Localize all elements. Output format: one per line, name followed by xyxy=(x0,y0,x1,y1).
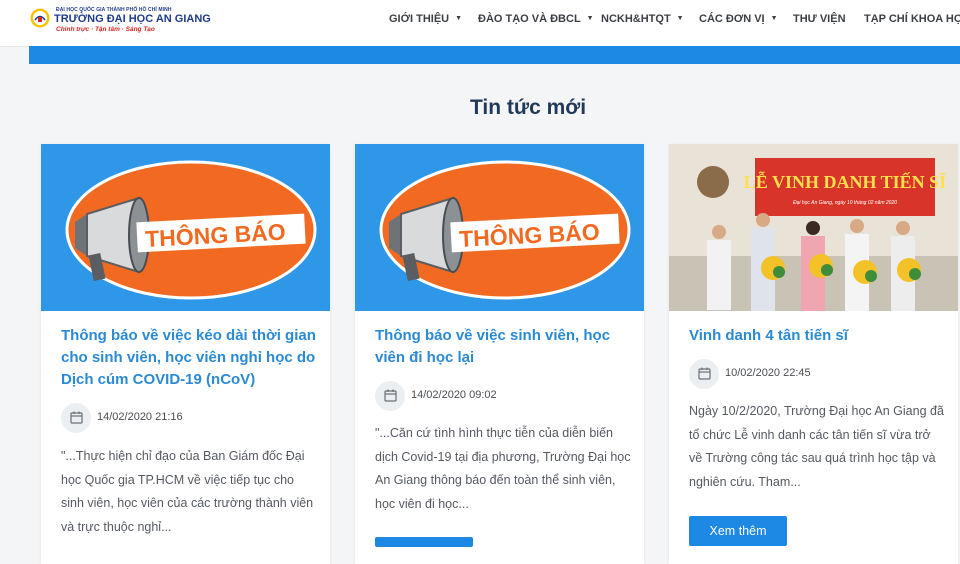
blue-banner-strip xyxy=(29,46,960,64)
card-image-photo[interactable]: LỄ VINH DANH TIẾN SĨ Đại học An Giang, n… xyxy=(669,144,958,311)
announcement-image: THÔNG BÁO xyxy=(41,144,330,311)
nav-item-cac-don-vi[interactable]: CÁC ĐƠN VỊ ▼ xyxy=(699,13,778,29)
nav-item-nckh[interactable]: NCKH&HTQT ▼ xyxy=(601,13,684,29)
calendar-icon xyxy=(375,381,405,411)
card-image-announcement[interactable]: THÔNG BÁO xyxy=(41,144,330,311)
nav-label: NCKH&HTQT xyxy=(601,13,671,25)
nav-item-gioi-thieu[interactable]: GIỚI THIỆU ▼ xyxy=(389,13,462,29)
card-title-link[interactable]: Thông báo về việc sinh viên, học viên đi… xyxy=(375,325,630,369)
news-card: LỄ VINH DANH TIẾN SĨ Đại học An Giang, n… xyxy=(669,144,958,564)
card-title-link[interactable]: Vinh danh 4 tân tiến sĩ xyxy=(689,325,944,347)
calendar-icon xyxy=(689,359,719,389)
section-title: Tin tức mới xyxy=(469,96,587,119)
chevron-down-icon: ▼ xyxy=(586,15,594,22)
site-header: ĐẠI HỌC QUỐC GIA THÀNH PHỐ HỒ CHÍ MINH T… xyxy=(0,0,960,47)
announcement-image: THÔNG BÁO xyxy=(355,144,644,311)
seal-image xyxy=(697,166,729,198)
banner-text: LỄ VINH DANH TIẾN SĨ xyxy=(744,171,946,192)
chevron-down-icon: ▼ xyxy=(455,15,463,22)
calendar-icon xyxy=(61,403,91,433)
nav-label: TẠP CHÍ KHOA HỌC xyxy=(864,13,960,25)
card-date-text: 14/02/2020 09:02 xyxy=(411,389,497,401)
chevron-down-icon: ▼ xyxy=(770,15,778,22)
chevron-down-icon: ▼ xyxy=(676,15,684,22)
university-emblem-icon xyxy=(30,8,50,28)
news-card: THÔNG BÁO Thông báo về việc kéo dài thời… xyxy=(41,144,330,564)
card-excerpt: "...Thực hiện chỉ đạo của Ban Giám đốc Đ… xyxy=(61,449,314,534)
card-title-link[interactable]: Thông báo về việc kéo dài thời gian cho … xyxy=(61,325,316,391)
read-more-button[interactable]: Xem thêm xyxy=(689,516,787,546)
nav-item-dao-tao[interactable]: ĐÀO TẠO VÀ ĐBCL ▼ xyxy=(478,13,594,29)
news-card: THÔNG BÁO Thông báo về việc sinh viên, h… xyxy=(355,144,644,564)
card-excerpt: "...Căn cứ tình hình thực tiễn của diễn … xyxy=(375,426,631,511)
card-image-announcement[interactable]: THÔNG BÁO xyxy=(355,144,644,311)
card-date-text: 14/02/2020 21:16 xyxy=(97,411,183,423)
banner-subtext: Đại học An Giang, ngày 10 tháng 02 năm 2… xyxy=(793,200,897,206)
nav-label: ĐÀO TẠO VÀ ĐBCL xyxy=(478,13,581,25)
logo-motto: Chính trực · Tận tâm · Sáng Tạo xyxy=(56,26,155,33)
nav-label: GIỚI THIỆU xyxy=(389,13,450,25)
logo-title: TRƯỜNG ĐẠI HỌC AN GIANG xyxy=(54,13,211,25)
card-date-text: 10/02/2020 22:45 xyxy=(725,367,811,379)
nav-label: THƯ VIỆN xyxy=(793,13,846,25)
site-logo[interactable]: ĐẠI HỌC QUỐC GIA THÀNH PHỐ HỒ CHÍ MINH T… xyxy=(30,6,211,36)
card-excerpt: Ngày 10/2/2020, Trường Đại học An Giang … xyxy=(689,404,944,489)
nav-label: CÁC ĐƠN VỊ xyxy=(699,13,765,25)
ceremony-photo: LỄ VINH DANH TIẾN SĨ Đại học An Giang, n… xyxy=(669,144,958,311)
nav-item-thu-vien[interactable]: THƯ VIỆN xyxy=(793,13,846,29)
read-more-button[interactable] xyxy=(375,537,473,547)
nav-item-tap-chi[interactable]: TẠP CHÍ KHOA HỌC xyxy=(864,13,960,29)
